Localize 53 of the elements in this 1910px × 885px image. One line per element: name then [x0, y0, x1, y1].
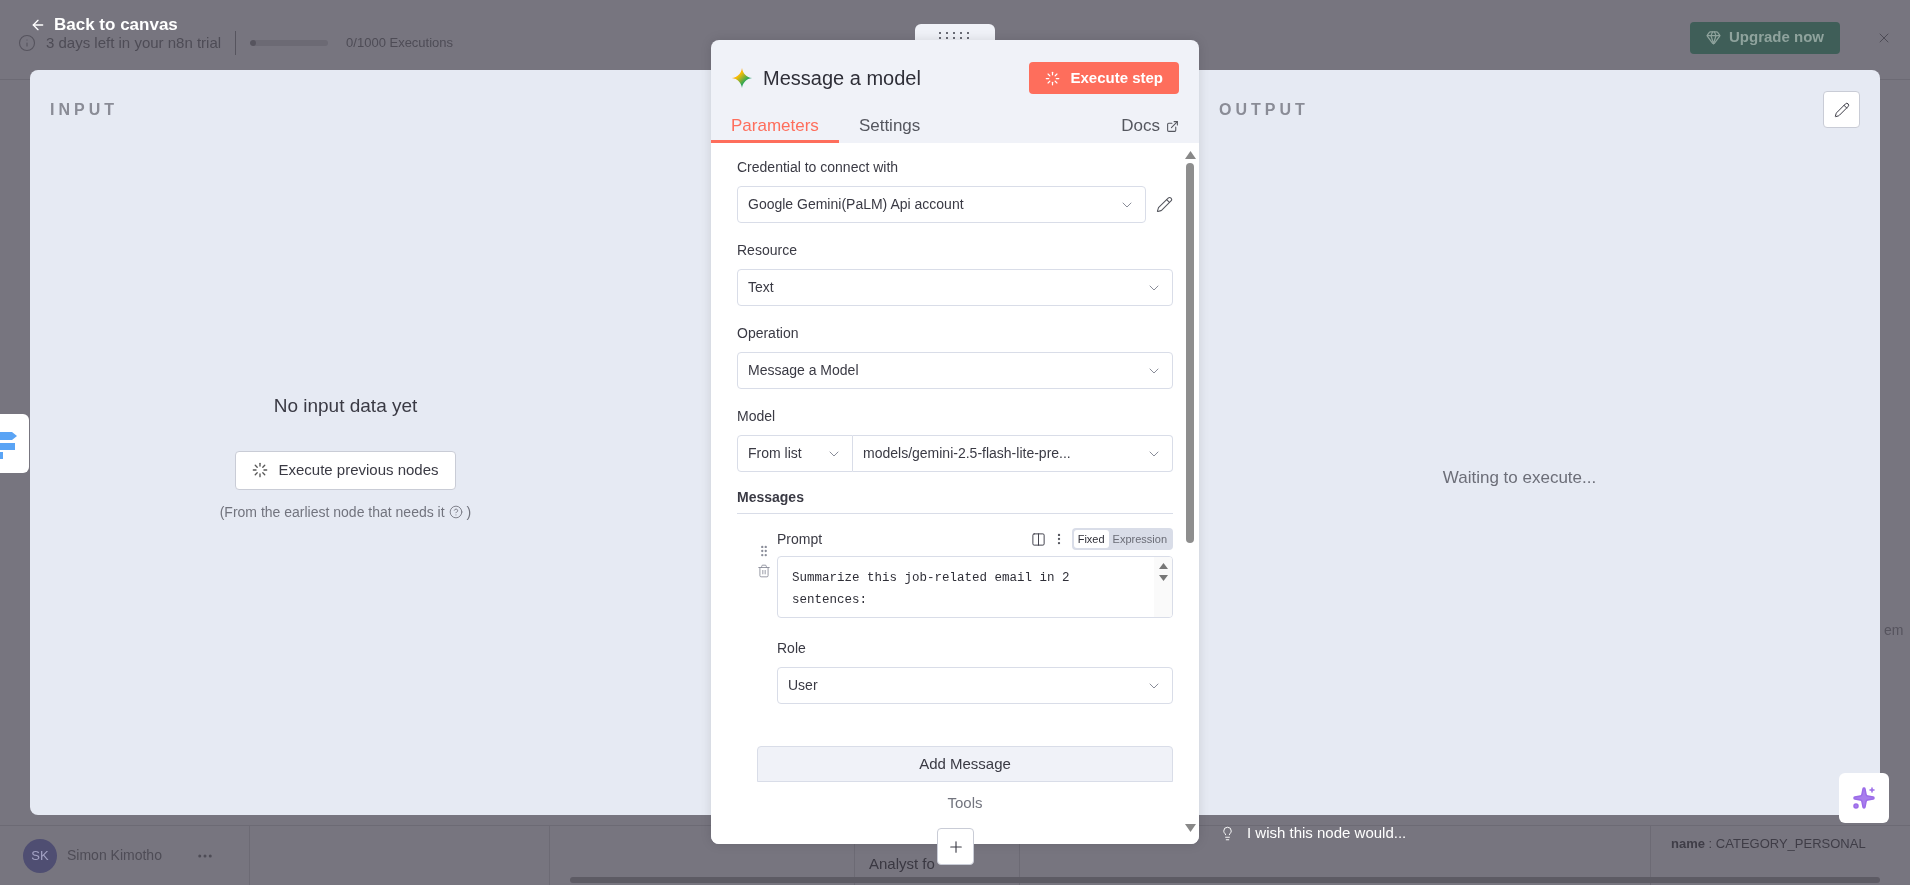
field-label: Operation [737, 324, 800, 343]
role-select[interactable]: User [777, 667, 1173, 704]
hint-text: (From the earliest node that needs it [219, 502, 445, 522]
ai-assistant-button[interactable] [1839, 773, 1889, 823]
diamond-icon [1706, 30, 1721, 45]
grip-icon [939, 32, 971, 40]
field-label: Model [737, 407, 777, 426]
input-title: INPUT [50, 100, 119, 120]
scroll-down-icon[interactable] [1184, 824, 1196, 832]
spinner-icon [1045, 70, 1061, 86]
side-tab[interactable] [0, 414, 29, 473]
dropdown-field[interactable]: Message a Model [737, 352, 1173, 389]
tab[interactable]: Settings [838, 112, 941, 143]
add-message-button[interactable]: Add Message [757, 746, 1173, 782]
hint-text-end: ) [466, 502, 472, 522]
output-title: OUTPUT [1219, 100, 1309, 120]
scroll-up-icon[interactable] [1184, 151, 1196, 159]
node-title: Message a model [763, 66, 921, 91]
messages-heading: Messages [737, 487, 1173, 514]
info-icon [18, 33, 36, 52]
docs-link[interactable]: Docs [1121, 113, 1160, 139]
field-label: Credential to connect with [737, 158, 900, 177]
external-link-icon [1166, 119, 1179, 133]
prompt-label: Prompt [777, 529, 823, 549]
pencil-icon [1833, 101, 1850, 118]
mode-option[interactable]: Fixed [1073, 530, 1109, 548]
model-select[interactable]: models/gemini-2.5-flash-lite-pre... [853, 435, 1173, 472]
horizontal-scrollbar[interactable] [570, 877, 1880, 883]
pencil-icon[interactable] [1156, 196, 1173, 213]
mode-select[interactable]: From list [737, 435, 853, 472]
sparkles-icon [1852, 786, 1876, 810]
field-label: Resource [737, 241, 798, 260]
mode-option[interactable]: Expression [1108, 530, 1171, 548]
back-link[interactable]: Back to canvas [54, 16, 178, 34]
feedback-link[interactable]: I wish this node would... [1247, 822, 1407, 845]
credential-select[interactable]: Google Gemini(PaLM) Api account [737, 186, 1146, 223]
property-text: name : CATEGORY_PERSONAL [1671, 835, 1866, 853]
waiting-text: Waiting to execute... [1442, 467, 1597, 489]
lightbulb-icon [1220, 825, 1235, 841]
execute-previous-button[interactable]: Execute previous nodes [235, 450, 456, 490]
spinner-icon [252, 462, 269, 478]
sparkle-logo-icon [731, 67, 753, 89]
help-icon[interactable] [448, 505, 463, 519]
drag-handle[interactable] [915, 24, 995, 40]
edit-button[interactable] [1823, 91, 1860, 128]
dropdown-field[interactable]: Text [737, 269, 1173, 306]
role-label: Role [777, 639, 807, 658]
add-node-button[interactable] [937, 828, 974, 865]
empty-title: No input data yet [273, 394, 418, 418]
trash-icon[interactable] [757, 564, 771, 578]
canvas-text: Analyst fo [869, 853, 935, 874]
panel-icon[interactable] [1030, 531, 1046, 547]
tools-label: Tools [947, 793, 983, 813]
